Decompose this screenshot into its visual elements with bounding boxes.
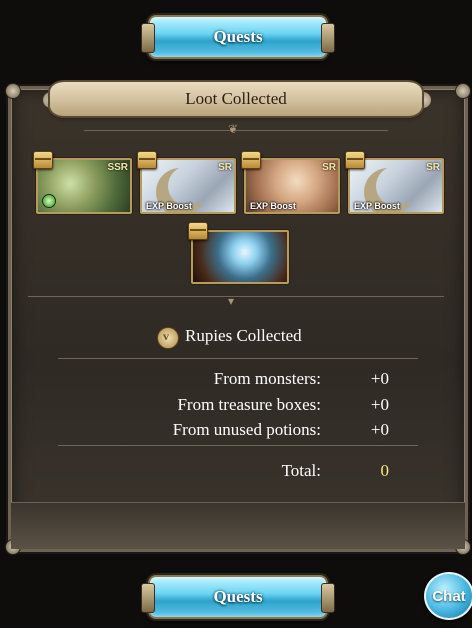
button-cap-left (141, 23, 155, 53)
from-monsters-label: From monsters: (213, 369, 321, 388)
panel-footer-bar (11, 502, 465, 549)
treasure-chest-icon (137, 151, 157, 169)
rarity-badge: SSR (107, 162, 128, 173)
from-unused-potions-label: From unused potions: (172, 420, 321, 439)
panel-title-text: Loot Collected (185, 89, 287, 108)
exp-boost-tag: EXP Boost (146, 201, 192, 211)
ornament-icon: ❦ (228, 122, 239, 136)
button-cap-right (321, 23, 335, 53)
exp-boost-tag: EXP Boost (250, 201, 296, 211)
crescent-icon (168, 166, 208, 206)
from-treasure-boxes-value: +0 (370, 395, 389, 414)
rarity-badge: SR (322, 162, 336, 173)
quests-button-bottom[interactable]: Quests (141, 575, 335, 619)
treasure-chest-icon (345, 151, 365, 169)
panel-title: Loot Collected (50, 82, 422, 116)
treasure-chest-icon (33, 151, 53, 169)
quests-button-label: Quests (213, 587, 263, 606)
total-value: 0 (380, 461, 390, 480)
rupie-coin-icon (157, 327, 179, 349)
rupies-heading: Rupies Collected (185, 326, 302, 345)
button-cap-left (141, 583, 155, 613)
total-label: Total: (281, 461, 321, 480)
loot-panel (5, 83, 471, 555)
button-cap-right (321, 583, 335, 613)
chat-label: Chat (432, 587, 466, 605)
quests-button-top[interactable]: Quests (141, 15, 335, 59)
exp-boost-tag: EXP Boost (354, 201, 400, 211)
treasure-chest-icon (188, 222, 208, 240)
quests-button-label: Quests (213, 27, 263, 46)
loot-divider (28, 296, 444, 297)
from-unused-potions-value: +0 (370, 420, 389, 439)
rarity-badge: SR (426, 162, 440, 173)
ornament-icon: ▾ (228, 294, 235, 308)
total-divider (58, 445, 418, 446)
from-treasure-boxes-label: From treasure boxes: (177, 395, 321, 414)
panel-corner-rivet (455, 83, 471, 99)
element-wind-icon (42, 194, 56, 208)
chat-button[interactable]: Chat (424, 572, 472, 620)
crescent-icon (376, 166, 416, 206)
panel-corner-rivet (5, 83, 21, 99)
rarity-badge: SR (218, 162, 232, 173)
treasure-chest-icon (241, 151, 261, 169)
rupies-divider (58, 358, 418, 359)
from-monsters-value: +0 (370, 369, 389, 388)
